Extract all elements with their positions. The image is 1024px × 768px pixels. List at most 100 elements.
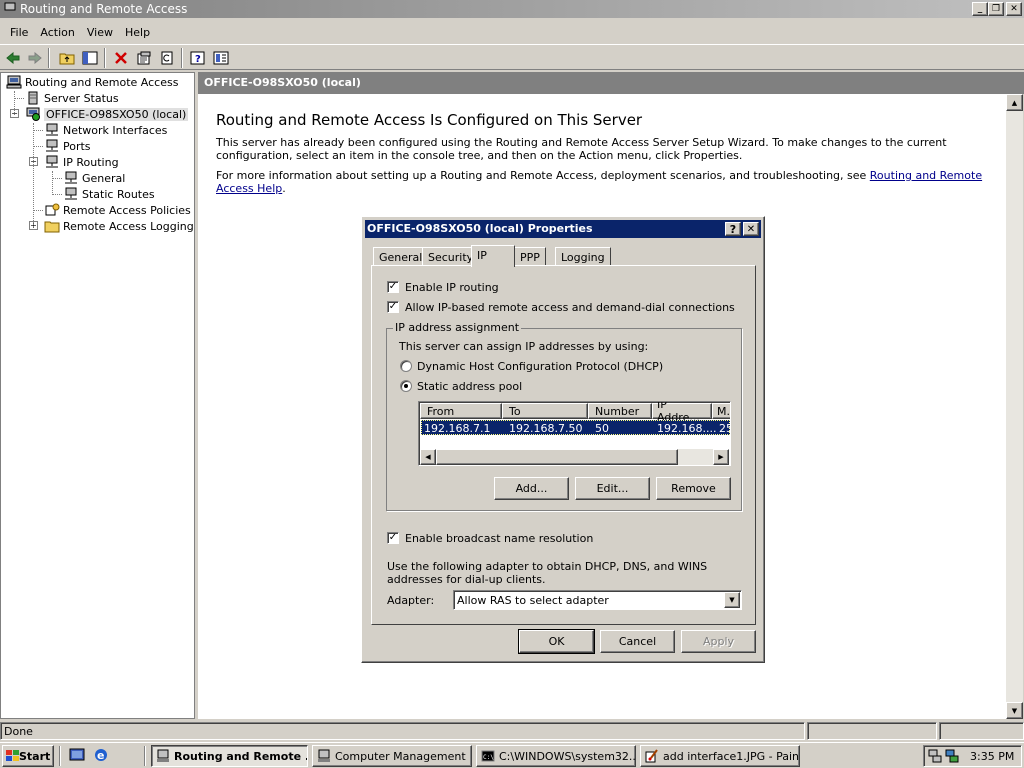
network-connection-tray-icon[interactable] [945,749,959,763]
dialog-close-button[interactable]: ✕ [743,222,759,236]
tree-node-server-status[interactable]: Server Status [25,90,119,106]
back-button[interactable] [2,47,24,69]
computer-management-icon [318,749,330,762]
adapter-label: Adapter: [387,594,435,607]
show-hide-tree-button[interactable] [79,47,101,69]
ip-routing-icon [46,155,58,168]
refresh-button[interactable] [156,47,178,69]
tree-node-network-interfaces[interactable]: Network Interfaces [44,122,167,138]
taskbar-separator [144,746,146,766]
task-paint[interactable]: add interface1.JPG - Paint [640,745,800,767]
delete-icon [115,52,127,64]
task-routing[interactable]: Routing and Remote ... [151,745,308,767]
clock[interactable]: 3:35 PM [970,750,1014,763]
tree-node-server[interactable]: OFFICE-O98SXO50 (local) [25,106,189,122]
menu-bar: File Action View Help [0,22,1024,42]
menu-view[interactable]: View [81,26,119,39]
tree-line [53,194,62,195]
computer-icon [6,75,22,89]
allow-ip-remote-checkbox[interactable]: ✓ [387,301,399,313]
column-header-to[interactable]: To [502,403,588,419]
minimize-button[interactable]: _ [972,2,988,16]
task-label: Computer Management [335,749,466,763]
cell-to: 192.168.7.50 [509,422,583,435]
task-computer-management[interactable]: Computer Management [312,745,472,767]
tree-node-ports[interactable]: Ports [44,138,91,154]
remove-button[interactable]: Remove [656,477,731,500]
quicklaunch-ie[interactable]: e [93,747,111,765]
task-command-prompt[interactable]: C:\ C:\WINDOWS\system32... [476,745,636,767]
ok-button[interactable]: OK [518,629,595,654]
column-header-mask[interactable]: M... [712,403,730,419]
general-icon [65,171,77,184]
enable-ip-routing-checkbox[interactable]: ✓ [387,281,399,293]
tree-node-ip-routing[interactable]: IP Routing [44,154,119,170]
help-paragraph-text: For more information about setting up a … [216,169,870,182]
help-button[interactable]: ? [187,47,209,69]
arrow-up-icon: ▲ [1011,98,1018,107]
menu-help[interactable]: Help [119,26,156,39]
horizontal-scrollbar[interactable]: ◀ ▶ [420,449,729,465]
dialog-help-button[interactable]: ? [725,222,741,236]
dhcp-radio[interactable] [400,360,412,372]
adapter-select[interactable]: Allow RAS to select adapter ▼ [453,590,742,610]
start-button[interactable]: Start [2,745,54,767]
restore-button[interactable]: ❐ [988,2,1004,16]
forward-icon [28,52,42,64]
vertical-scrollbar[interactable]: ▲ ▼ [1006,94,1023,719]
column-header-number[interactable]: Number [588,403,652,419]
scroll-right-button[interactable]: ▶ [713,449,729,465]
add-button[interactable]: Add... [494,477,569,500]
apply-button[interactable]: Apply [681,630,756,653]
scroll-down-button[interactable]: ▼ [1006,702,1023,719]
edit-button[interactable]: Edit... [575,477,650,500]
svg-text:C:\: C:\ [483,754,494,761]
cancel-button[interactable]: Cancel [600,630,675,653]
menu-action[interactable]: Action [34,26,80,39]
network-tray-icon[interactable] [928,749,942,763]
app-icon [4,2,16,14]
arrow-right-icon: ▶ [718,453,724,461]
tree-line [15,98,24,99]
scroll-left-button[interactable]: ◀ [420,449,436,465]
column-header-ip-address[interactable]: IP Addre... [652,402,712,424]
show-desktop-icon [69,748,85,761]
taskbar-separator [59,746,61,766]
tab-general[interactable]: General [373,247,429,266]
routing-app-icon [157,749,169,762]
delete-button[interactable] [110,47,132,69]
up-button[interactable] [56,47,78,69]
tree-node-remote-access-logging[interactable]: Remote Access Logging [44,218,194,234]
tree-node-static-routes[interactable]: Static Routes [63,186,155,202]
tree-node-general[interactable]: General [63,170,125,186]
page-heading: Routing and Remote Access Is Configured … [216,111,643,129]
address-pool-list[interactable]: From To Number IP Addre... M... 192.168.… [418,401,731,466]
forward-button[interactable] [24,47,46,69]
static-pool-label: Static address pool [417,380,523,393]
cell-number: 50 [595,422,609,435]
console-button[interactable] [210,47,232,69]
tab-logging[interactable]: Logging [555,247,611,266]
title-bar: Routing and Remote Access [0,0,1024,18]
window-title: Routing and Remote Access [20,2,188,16]
scroll-up-button[interactable]: ▲ [1006,94,1023,111]
column-header-from[interactable]: From [420,403,502,419]
back-icon [6,52,20,64]
adapter-dropdown-button[interactable]: ▼ [724,592,740,608]
tab-ip[interactable]: IP [471,245,515,267]
properties-button[interactable] [133,47,155,69]
static-pool-radio[interactable] [400,380,412,392]
scroll-thumb[interactable] [436,449,678,465]
ip-assignment-group-label: IP address assignment [393,321,522,334]
tab-ppp[interactable]: PPP [514,247,546,266]
quicklaunch-desktop[interactable] [69,747,87,765]
broadcast-checkbox[interactable]: ✓ [387,532,399,544]
menu-file[interactable]: File [4,26,34,39]
tree-node-remote-access-policies[interactable]: Remote Access Policies [44,202,191,218]
table-row[interactable]: 192.168.7.1 192.168.7.50 50 192.168.... … [421,420,730,435]
tree-node-root[interactable]: Routing and Remote Access [6,74,178,90]
status-panel [807,722,937,740]
show-hide-tree-icon [82,51,98,65]
close-button[interactable]: ✕ [1006,2,1022,16]
adapter-selected-value: Allow RAS to select adapter [457,594,609,607]
